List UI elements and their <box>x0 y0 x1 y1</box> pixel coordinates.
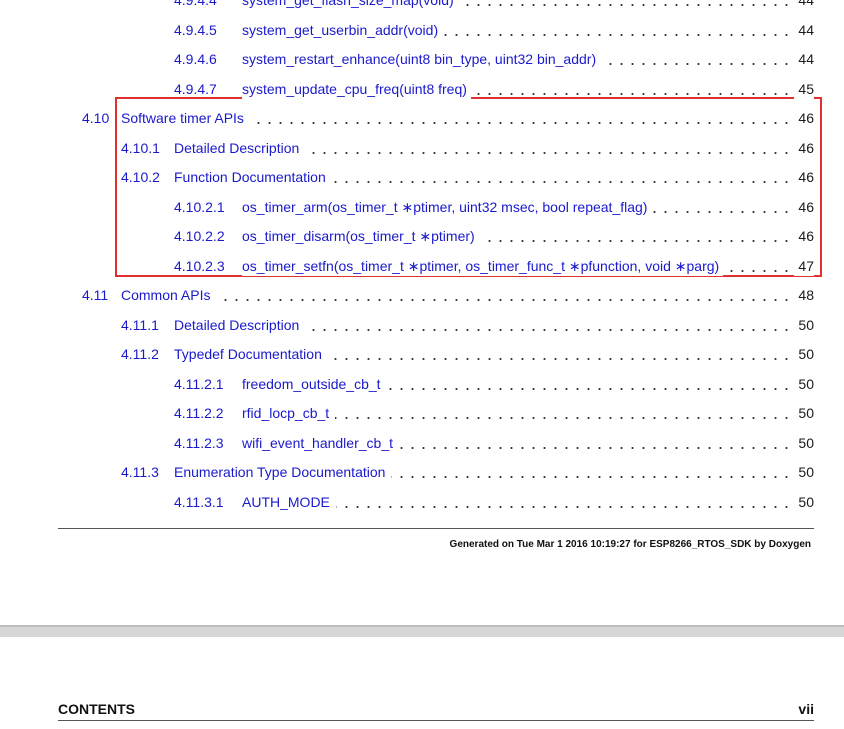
toc-entry-page-number[interactable]: 46 <box>794 137 814 158</box>
dot-leader <box>653 196 792 217</box>
toc-entry-title-link[interactable]: Enumeration Type Documentation <box>174 462 390 482</box>
toc-entry[interactable]: 4.9.4.6 system_restart_enhance(uint8 bin_… <box>174 49 814 69</box>
toc-entry[interactable]: 4.11.2.2 rfid_locp_cb_t 50 <box>174 403 814 423</box>
toc-entry[interactable]: 4.10.1 Detailed Description 46 <box>121 137 814 158</box>
dot-leader <box>481 226 792 246</box>
dot-leader <box>725 255 792 276</box>
toc-entry-page-number[interactable]: 45 <box>794 78 814 99</box>
toc-entry[interactable]: 4.9.4.4 system_get_flash_size_map(void) 44 <box>174 0 814 10</box>
dot-leader <box>336 491 792 512</box>
toc-entry-number[interactable]: 4.11.2.2 <box>174 403 224 423</box>
toc-entry-page-number[interactable]: 48 <box>794 285 814 305</box>
dot-leader <box>387 373 792 394</box>
toc-entry-page-number[interactable]: 50 <box>794 373 814 394</box>
toc-entry[interactable]: 4.9.4.7 system_update_cpu_freq(uint8 freq… <box>174 78 814 99</box>
toc-entry-title-link[interactable]: Function Documentation <box>174 167 330 187</box>
next-document-page: CONTENTS vii <box>0 637 844 729</box>
dot-leader <box>250 108 792 128</box>
toc-entry-page-number[interactable]: 46 <box>794 226 814 246</box>
toc-entry-page-number[interactable]: 46 <box>794 196 814 217</box>
header-rule <box>58 720 814 721</box>
toc-entry-page-number[interactable]: 44 <box>794 19 814 40</box>
dot-leader <box>391 462 792 482</box>
toc-entry-number[interactable]: 4.11.1 <box>121 315 159 335</box>
toc-entry-page-number[interactable]: 50 <box>794 432 814 453</box>
toc-entry-number[interactable]: 4.9.4.5 <box>174 20 217 40</box>
toc-entry-title-link[interactable]: Detailed Description <box>174 314 304 335</box>
toc-entry-page-number[interactable]: 50 <box>794 462 814 482</box>
toc-entry[interactable]: 4.10.2.3 os_timer_setfn(os_timer_t ∗ptime… <box>174 255 814 276</box>
toc-entry[interactable]: 4.11.3.1 AUTH_MODE 50 <box>174 491 814 512</box>
toc-entry-title-link[interactable]: Common APIs <box>121 285 215 305</box>
toc-entry-title-link[interactable]: Software timer APIs <box>121 108 248 128</box>
dot-leader <box>335 403 792 423</box>
toc-entry-page-number[interactable]: 50 <box>794 344 814 364</box>
toc-entry-title-link[interactable]: system_get_flash_size_map(void) <box>242 0 458 10</box>
toc-entry-title-link[interactable]: rfid_locp_cb_t <box>242 403 334 423</box>
toc-entry-title-link[interactable]: wifi_event_handler_cb_t <box>242 432 397 453</box>
dot-leader <box>328 344 792 364</box>
document-page: 4.9.4.4 system_get_flash_size_map(void) 44… <box>0 0 844 627</box>
dot-leader <box>473 78 792 99</box>
dot-leader <box>444 19 792 40</box>
toc-entry[interactable]: 4.11.3 Enumeration Type Documentation 50 <box>121 462 814 482</box>
toc-entry-number[interactable]: 4.9.4.4 <box>174 0 217 10</box>
toc-entry-number[interactable]: 4.10 <box>82 108 109 128</box>
toc-entry-title-link[interactable]: AUTH_MODE <box>242 491 334 512</box>
dot-leader <box>602 49 792 69</box>
toc-entry[interactable]: 4.11.2.3 wifi_event_handler_cb_t 50 <box>174 432 814 453</box>
footer-rule <box>58 528 814 529</box>
toc-entry-page-number[interactable]: 44 <box>794 49 814 69</box>
toc-entry[interactable]: 4.9.4.5 system_get_userbin_addr(void) 44 <box>174 19 814 40</box>
dot-leader <box>460 0 792 10</box>
page-separator <box>0 625 844 637</box>
toc-entry[interactable]: 4.10.2 Function Documentation 46 <box>121 167 814 187</box>
toc-entry-page-number[interactable]: 50 <box>794 403 814 423</box>
toc-entry-title-link[interactable]: os_timer_disarm(os_timer_t ∗ptimer) <box>242 226 479 246</box>
toc-entry-title-link[interactable]: os_timer_setfn(os_timer_t ∗ptimer, os_ti… <box>242 255 724 276</box>
dot-leader <box>332 167 792 187</box>
running-header-title: CONTENTS <box>58 701 135 717</box>
toc-entry-title-link[interactable]: Detailed Description <box>174 137 304 158</box>
toc-entry-title-link[interactable]: system_update_cpu_freq(uint8 freq) <box>242 78 471 99</box>
dot-leader <box>216 285 792 305</box>
toc-entry[interactable]: 4.11.2 Typedef Documentation 50 <box>121 344 814 364</box>
toc-entry-number[interactable]: 4.11.3 <box>121 462 159 482</box>
toc-entry-page-number[interactable]: 47 <box>794 255 814 276</box>
toc-entry-number[interactable]: 4.11.2 <box>121 344 159 364</box>
toc-entry-title-link[interactable]: system_restart_enhance(uint8 bin_type, u… <box>242 49 601 69</box>
toc-entry-title-link[interactable]: Typedef Documentation <box>174 344 326 364</box>
dot-leader <box>399 432 792 453</box>
toc-entry-number[interactable]: 4.11.2.1 <box>174 374 224 394</box>
toc-entry[interactable]: 4.10 Software timer APIs 46 <box>82 108 814 128</box>
toc-entry-number[interactable]: 4.11.3.1 <box>174 492 224 512</box>
dot-leader <box>305 314 792 335</box>
toc-entry-number[interactable]: 4.11 <box>82 285 108 305</box>
toc-entry-title-link[interactable]: os_timer_arm(os_timer_t ∗ptimer, uint32 … <box>242 196 652 217</box>
toc-entry-number[interactable]: 4.9.4.7 <box>174 79 217 99</box>
toc-entry[interactable]: 4.10.2.1 os_timer_arm(os_timer_t ∗ptimer,… <box>174 196 814 217</box>
running-header-page-number: vii <box>798 701 814 717</box>
toc-entry-title-link[interactable]: freedom_outside_cb_t <box>242 373 385 394</box>
toc-entry-number[interactable]: 4.9.4.6 <box>174 49 217 69</box>
toc-entry[interactable]: 4.11.1 Detailed Description 50 <box>121 314 814 335</box>
toc-entry-page-number[interactable]: 46 <box>794 108 814 128</box>
toc-entry[interactable]: 4.11 Common APIs 48 <box>82 285 814 305</box>
toc-entry-page-number[interactable]: 50 <box>794 314 814 335</box>
footer-generated-text: Generated on Tue Mar 1 2016 10:19:27 for… <box>449 539 811 550</box>
toc-entry[interactable]: 4.10.2.2 os_timer_disarm(os_timer_t ∗ptim… <box>174 226 814 246</box>
toc-entry-page-number[interactable]: 46 <box>794 167 814 187</box>
toc-entry-number[interactable]: 4.11.2.3 <box>174 433 224 453</box>
toc-entry-page-number[interactable]: 50 <box>794 491 814 512</box>
toc-entry-page-number[interactable]: 44 <box>794 0 814 10</box>
toc-entry[interactable]: 4.11.2.1 freedom_outside_cb_t 50 <box>174 373 814 394</box>
dot-leader <box>305 137 792 158</box>
toc-entry-title-link[interactable]: system_get_userbin_addr(void) <box>242 19 443 40</box>
